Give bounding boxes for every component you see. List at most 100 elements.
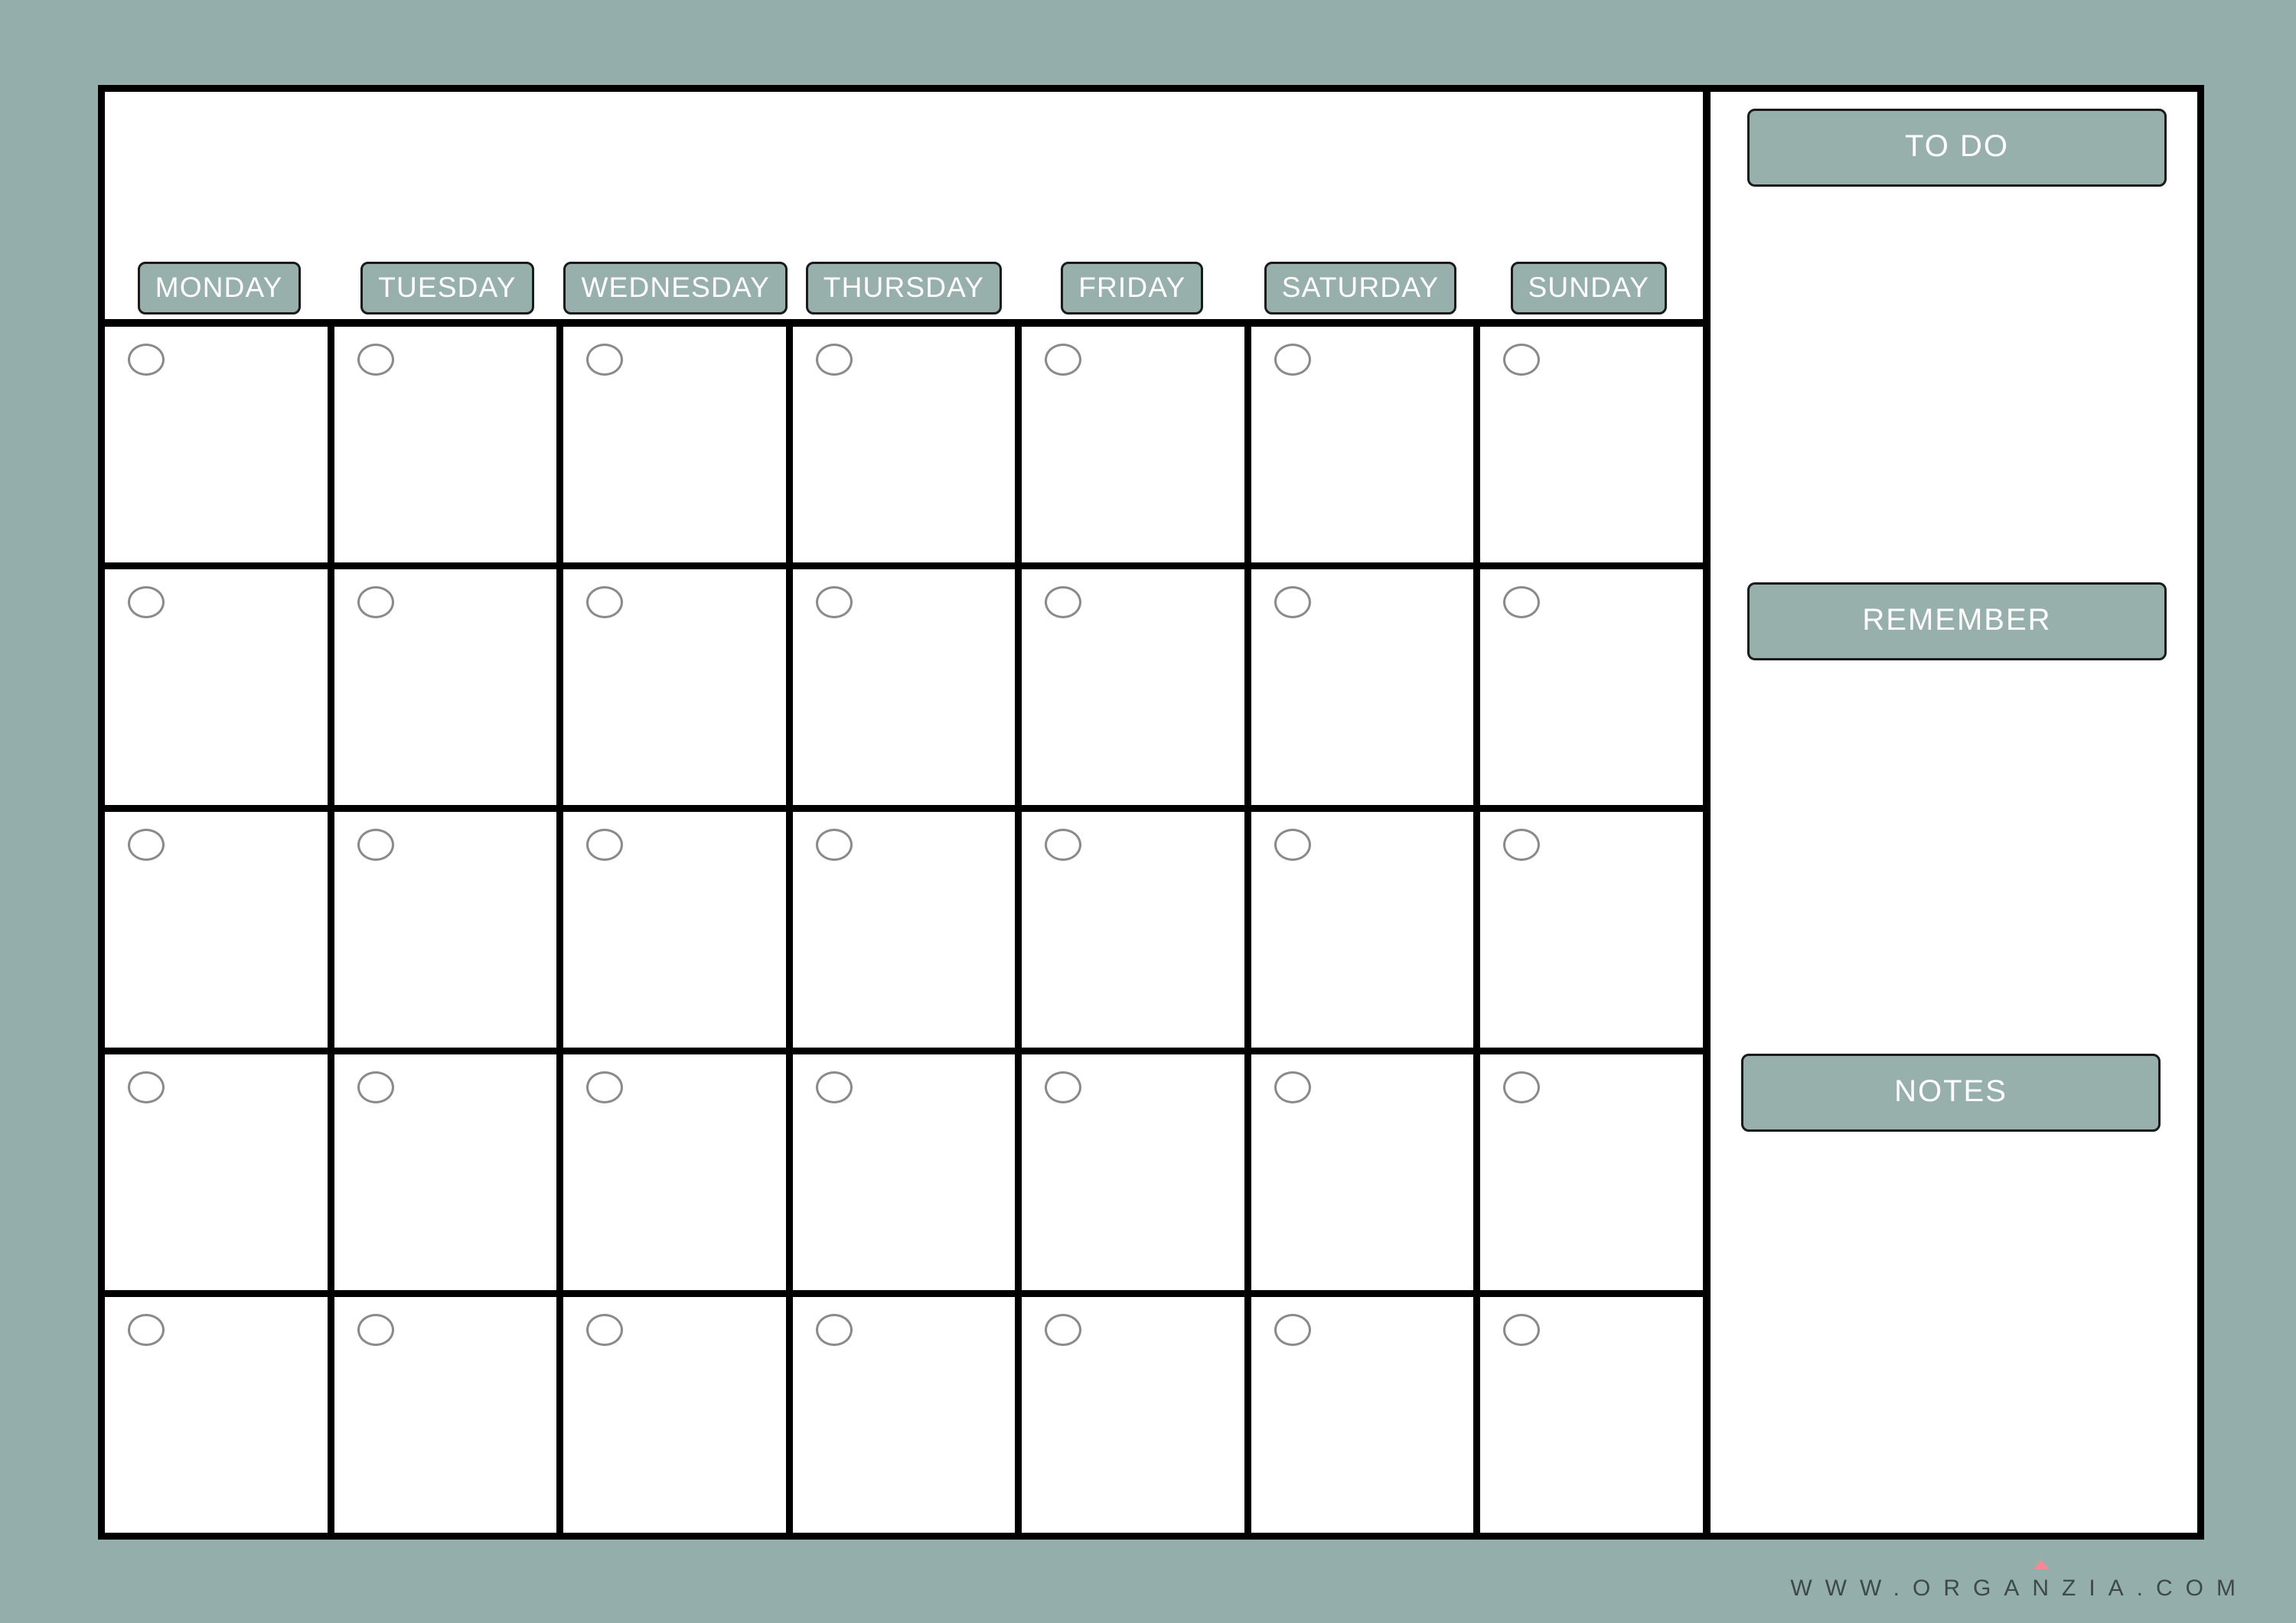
date-circle-icon[interactable]	[357, 1071, 394, 1103]
date-circle-icon[interactable]	[128, 1071, 165, 1103]
sidebar-section-todo: TO DO	[1747, 109, 2167, 187]
date-circle-icon[interactable]	[128, 1314, 165, 1346]
calendar-day-cell[interactable]	[1022, 812, 1251, 1048]
calendar-day-cell[interactable]	[1251, 1054, 1481, 1290]
date-circle-icon[interactable]	[128, 829, 165, 861]
date-circle-icon[interactable]	[586, 829, 624, 861]
calendar-day-cell[interactable]	[105, 812, 334, 1048]
calendar-day-cell[interactable]	[792, 569, 1022, 805]
day-header-cell-wednesday: WEDNESDAY	[562, 262, 790, 314]
day-label-monday[interactable]: MONDAY	[137, 262, 301, 314]
day-header-cell-thursday: THURSDAY	[790, 262, 1018, 314]
date-circle-icon[interactable]	[1045, 344, 1082, 376]
calendar-day-cell[interactable]	[1480, 569, 1704, 805]
calendar-day-cell[interactable]	[105, 327, 334, 562]
day-label-wednesday[interactable]: WEDNESDAY	[563, 262, 788, 314]
date-circle-icon[interactable]	[815, 829, 853, 861]
calendar-day-cell[interactable]	[1022, 569, 1251, 805]
day-label-saturday[interactable]: SATURDAY	[1264, 262, 1457, 314]
calendar-day-cell[interactable]	[1022, 1054, 1251, 1290]
calendar-day-cell[interactable]	[1480, 1297, 1704, 1533]
day-header-cell-sunday: SUNDAY	[1475, 262, 1703, 314]
date-circle-icon[interactable]	[815, 586, 853, 618]
sidebar-region: TO DO REMEMBER NOTES	[1711, 92, 2197, 1533]
calendar-day-cell[interactable]	[334, 1054, 564, 1290]
calendar-day-cell[interactable]	[105, 1297, 334, 1533]
calendar-day-cell[interactable]	[334, 812, 564, 1048]
calendar-day-cell[interactable]	[1251, 1297, 1481, 1533]
day-label-thursday[interactable]: THURSDAY	[805, 262, 1003, 314]
sidebar-header-todo[interactable]: TO DO	[1747, 109, 2167, 187]
date-circle-icon[interactable]	[357, 1314, 394, 1346]
date-circle-icon[interactable]	[357, 586, 394, 618]
date-circle-icon[interactable]	[1503, 1314, 1541, 1346]
date-circle-icon[interactable]	[1274, 344, 1311, 376]
date-circle-icon[interactable]	[1045, 829, 1082, 861]
calendar-day-cell[interactable]	[334, 327, 564, 562]
sidebar-header-remember[interactable]: REMEMBER	[1747, 582, 2167, 660]
date-circle-icon[interactable]	[586, 344, 624, 376]
calendar-day-cell[interactable]	[792, 327, 1022, 562]
day-label-sunday[interactable]: SUNDAY	[1510, 262, 1668, 314]
calendar-day-cell[interactable]	[1251, 812, 1481, 1048]
calendar-grid	[105, 327, 1704, 1533]
calendar-week-row	[105, 812, 1704, 1054]
date-circle-icon[interactable]	[1274, 586, 1311, 618]
calendar-week-row	[105, 1297, 1704, 1533]
site-watermark: WWW.ORGANZIA.COM	[1790, 1576, 2249, 1601]
calendar-day-cell[interactable]	[1480, 1054, 1704, 1290]
calendar-week-row	[105, 327, 1704, 569]
day-label-friday[interactable]: FRIDAY	[1061, 262, 1204, 314]
date-circle-icon[interactable]	[815, 1071, 853, 1103]
calendar-day-cell[interactable]	[563, 569, 793, 805]
calendar-region: MONDAY TUESDAY WEDNESDAY THURSDAY FRIDAY…	[105, 92, 1711, 1533]
brand-accent-icon	[2033, 1559, 2050, 1569]
date-circle-icon[interactable]	[1045, 586, 1082, 618]
sidebar-section-notes: NOTES	[1741, 1054, 2161, 1132]
calendar-day-cell[interactable]	[334, 1297, 564, 1533]
day-label-tuesday[interactable]: TUESDAY	[360, 262, 534, 314]
calendar-day-cell[interactable]	[1022, 1297, 1251, 1533]
date-circle-icon[interactable]	[586, 1314, 624, 1346]
calendar-day-cell[interactable]	[1251, 327, 1481, 562]
calendar-day-cell[interactable]	[1022, 327, 1251, 562]
calendar-day-cell[interactable]	[105, 569, 334, 805]
calendar-day-cell[interactable]	[792, 1297, 1022, 1533]
date-circle-icon[interactable]	[1274, 829, 1311, 861]
date-circle-icon[interactable]	[1503, 829, 1541, 861]
calendar-day-cell[interactable]	[1251, 569, 1481, 805]
date-circle-icon[interactable]	[586, 586, 624, 618]
calendar-day-cell[interactable]	[563, 812, 793, 1048]
day-header-cell-tuesday: TUESDAY	[333, 262, 561, 314]
day-header-cell-friday: FRIDAY	[1018, 262, 1246, 314]
planner-sheet: MONDAY TUESDAY WEDNESDAY THURSDAY FRIDAY…	[98, 85, 2204, 1540]
date-circle-icon[interactable]	[815, 344, 853, 376]
date-circle-icon[interactable]	[128, 586, 165, 618]
date-circle-icon[interactable]	[1045, 1314, 1082, 1346]
date-circle-icon[interactable]	[586, 1071, 624, 1103]
sidebar-header-notes[interactable]: NOTES	[1741, 1054, 2161, 1132]
calendar-week-row	[105, 1054, 1704, 1297]
date-circle-icon[interactable]	[1045, 1071, 1082, 1103]
date-circle-icon[interactable]	[1503, 344, 1541, 376]
date-circle-icon[interactable]	[815, 1314, 853, 1346]
date-circle-icon[interactable]	[1503, 1071, 1541, 1103]
date-circle-icon[interactable]	[357, 829, 394, 861]
date-circle-icon[interactable]	[128, 344, 165, 376]
calendar-day-cell[interactable]	[105, 1054, 334, 1290]
date-circle-icon[interactable]	[1274, 1314, 1311, 1346]
calendar-day-cell[interactable]	[792, 812, 1022, 1048]
date-circle-icon[interactable]	[1274, 1071, 1311, 1103]
calendar-day-cell[interactable]	[563, 1297, 793, 1533]
day-header-cell-monday: MONDAY	[105, 262, 333, 314]
calendar-day-cell[interactable]	[334, 569, 564, 805]
calendar-day-cell[interactable]	[792, 1054, 1022, 1290]
month-title-area[interactable]	[105, 92, 1703, 262]
day-header-row: MONDAY TUESDAY WEDNESDAY THURSDAY FRIDAY…	[105, 262, 1703, 327]
calendar-day-cell[interactable]	[1480, 327, 1704, 562]
calendar-day-cell[interactable]	[1480, 812, 1704, 1048]
calendar-day-cell[interactable]	[563, 1054, 793, 1290]
date-circle-icon[interactable]	[1503, 586, 1541, 618]
calendar-day-cell[interactable]	[563, 327, 793, 562]
date-circle-icon[interactable]	[357, 344, 394, 376]
